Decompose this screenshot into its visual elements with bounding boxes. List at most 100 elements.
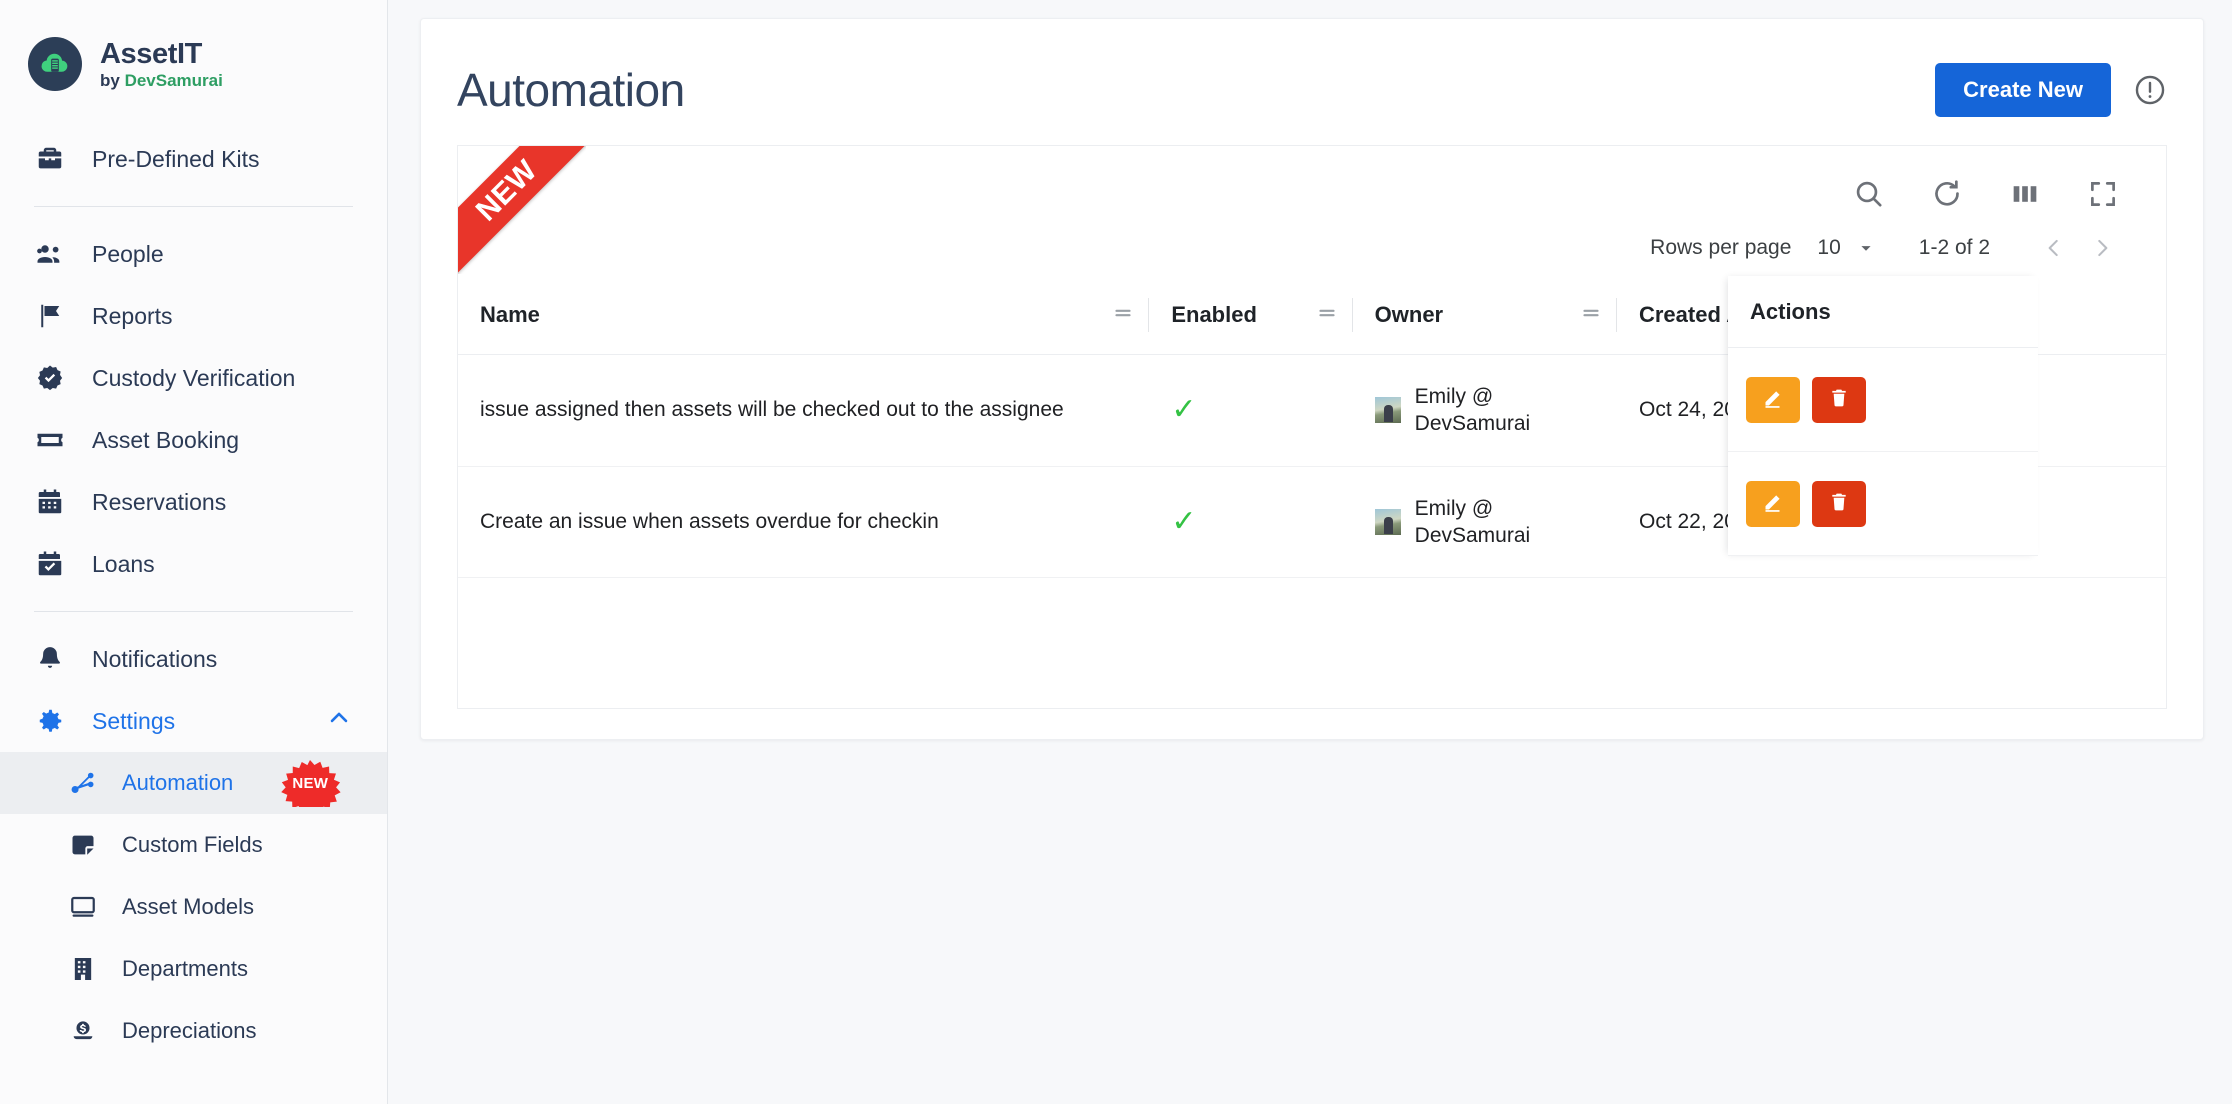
people-icon — [34, 238, 66, 270]
column-menu-icon[interactable] — [1110, 300, 1148, 330]
fullscreen-icon[interactable] — [2086, 177, 2120, 211]
trash-icon — [1828, 491, 1850, 516]
next-page-button[interactable] — [2078, 224, 2126, 272]
cell-name: Create an issue when assets overdue for … — [458, 466, 1149, 578]
sidebar-divider-2 — [34, 611, 353, 612]
rows-per-page-select[interactable]: 10 — [1817, 236, 1876, 260]
header-actions: Create New — [1935, 63, 2167, 117]
edit-button[interactable] — [1746, 481, 1800, 527]
sidebar-item-loans[interactable]: Loans — [0, 533, 387, 595]
flag-icon — [34, 300, 66, 332]
chevron-down-icon — [1855, 237, 1877, 259]
column-header-name[interactable]: Name — [458, 276, 1149, 355]
sidebar-item-settings[interactable]: Settings — [0, 690, 387, 752]
new-badge-label: NEW — [292, 775, 328, 792]
monitor-icon — [68, 891, 98, 923]
toolbox-icon — [34, 143, 66, 175]
cell-enabled: ✓ — [1149, 355, 1352, 467]
calendar-grid-icon — [34, 486, 66, 518]
sidebar-item-label: Settings — [92, 708, 175, 735]
page-title: Automation — [457, 63, 685, 117]
sidebar-item-label: Departments — [122, 956, 248, 982]
automation-table-card: NEW Rows per — [457, 145, 2167, 709]
sidebar-item-label: Custom Fields — [122, 832, 263, 858]
building-icon — [68, 953, 98, 985]
bell-icon — [34, 643, 66, 675]
column-header-label: Enabled — [1149, 302, 1257, 328]
row-actions — [1728, 348, 2038, 452]
view-columns-icon[interactable] — [2008, 177, 2042, 211]
sidebar: AssetIT by DevSamurai Pre-Defined Kits — [0, 0, 388, 1104]
sidebar-item-custom-fields[interactable]: Custom Fields — [0, 814, 387, 876]
sidebar-item-people[interactable]: People — [0, 223, 387, 285]
sidebar-item-pre-defined-kits[interactable]: Pre-Defined Kits — [0, 128, 387, 190]
edit-button[interactable] — [1746, 377, 1800, 423]
app-root: AssetIT by DevSamurai Pre-Defined Kits — [0, 0, 2232, 1104]
calendar-check-icon — [34, 548, 66, 580]
chevron-up-icon[interactable] — [325, 704, 353, 738]
pencil-icon — [1761, 386, 1785, 413]
owner-name: Emily @ DevSamurai — [1415, 495, 1531, 550]
sidebar-item-reports[interactable]: Reports — [0, 285, 387, 347]
actions-column-overlay: Actions — [1728, 276, 2038, 556]
refresh-icon[interactable] — [1930, 177, 1964, 211]
sidebar-item-label: Reservations — [92, 489, 226, 516]
sidebar-item-label: People — [92, 241, 164, 268]
brand-subtitle: by DevSamurai — [100, 71, 223, 90]
automation-nodes-icon — [68, 767, 98, 799]
new-badge: NEW — [279, 759, 341, 807]
badge-check-icon — [34, 362, 66, 394]
sidebar-item-asset-models[interactable]: Asset Models — [0, 876, 387, 938]
gear-icon — [34, 705, 66, 737]
sidebar-item-label: Loans — [92, 551, 155, 578]
prev-page-button[interactable] — [2030, 224, 2078, 272]
column-header-owner[interactable]: Owner — [1353, 276, 1617, 355]
brand-title: AssetIT — [100, 38, 223, 70]
owner-line-2: DevSamurai — [1415, 524, 1531, 547]
check-icon: ✓ — [1171, 505, 1196, 538]
custom-fields-icon — [68, 829, 98, 861]
sidebar-item-automation[interactable]: Automation NEW — [0, 752, 387, 814]
owner-line-1: Emily @ — [1415, 385, 1493, 408]
sidebar-item-label: Custody Verification — [92, 365, 295, 392]
column-header-label: Owner — [1353, 302, 1443, 328]
main-content: Automation Create New NEW — [388, 0, 2232, 1104]
sidebar-nav: Pre-Defined Kits People Reports Cust — [0, 100, 387, 1062]
cell-owner: Emily @ DevSamurai — [1353, 355, 1617, 467]
pagination-range: 1-2 of 2 — [1919, 236, 1990, 260]
row-actions — [1728, 452, 2038, 556]
check-icon: ✓ — [1171, 393, 1196, 426]
avatar — [1375, 397, 1401, 423]
brand-logo[interactable]: AssetIT by DevSamurai — [0, 0, 387, 100]
sidebar-item-notifications[interactable]: Notifications — [0, 628, 387, 690]
sidebar-item-label: Automation — [122, 770, 233, 796]
sidebar-item-label: Notifications — [92, 646, 217, 673]
delete-button[interactable] — [1812, 481, 1866, 527]
sidebar-item-departments[interactable]: Departments — [0, 938, 387, 1000]
pagination-bar: Rows per page 10 1-2 of 2 — [458, 220, 2166, 276]
sidebar-item-custody-verification[interactable]: Custody Verification — [0, 347, 387, 409]
create-new-button[interactable]: Create New — [1935, 63, 2111, 117]
money-icon — [68, 1015, 98, 1047]
chevron-right-icon — [2089, 235, 2115, 261]
column-header-enabled[interactable]: Enabled — [1149, 276, 1352, 355]
owner-line-1: Emily @ — [1415, 497, 1493, 520]
chevron-left-icon — [2041, 235, 2067, 261]
trash-icon — [1828, 387, 1850, 412]
sidebar-item-label: Asset Models — [122, 894, 254, 920]
cloud-server-icon — [28, 37, 82, 91]
delete-button[interactable] — [1812, 377, 1866, 423]
pencil-icon — [1761, 490, 1785, 517]
exclamation-circle-icon[interactable] — [2133, 73, 2167, 107]
sidebar-item-depreciations[interactable]: Depreciations — [0, 1000, 387, 1062]
brand-text: AssetIT by DevSamurai — [100, 38, 223, 90]
cell-owner: Emily @ DevSamurai — [1353, 466, 1617, 578]
column-menu-icon[interactable] — [1578, 300, 1616, 330]
search-icon[interactable] — [1852, 177, 1886, 211]
sidebar-item-asset-booking[interactable]: Asset Booking — [0, 409, 387, 471]
rows-per-page-value: 10 — [1817, 236, 1840, 260]
panel-header: Automation Create New — [421, 19, 2203, 131]
sidebar-item-reservations[interactable]: Reservations — [0, 471, 387, 533]
column-menu-icon[interactable] — [1314, 300, 1352, 330]
automation-panel: Automation Create New NEW — [420, 18, 2204, 740]
